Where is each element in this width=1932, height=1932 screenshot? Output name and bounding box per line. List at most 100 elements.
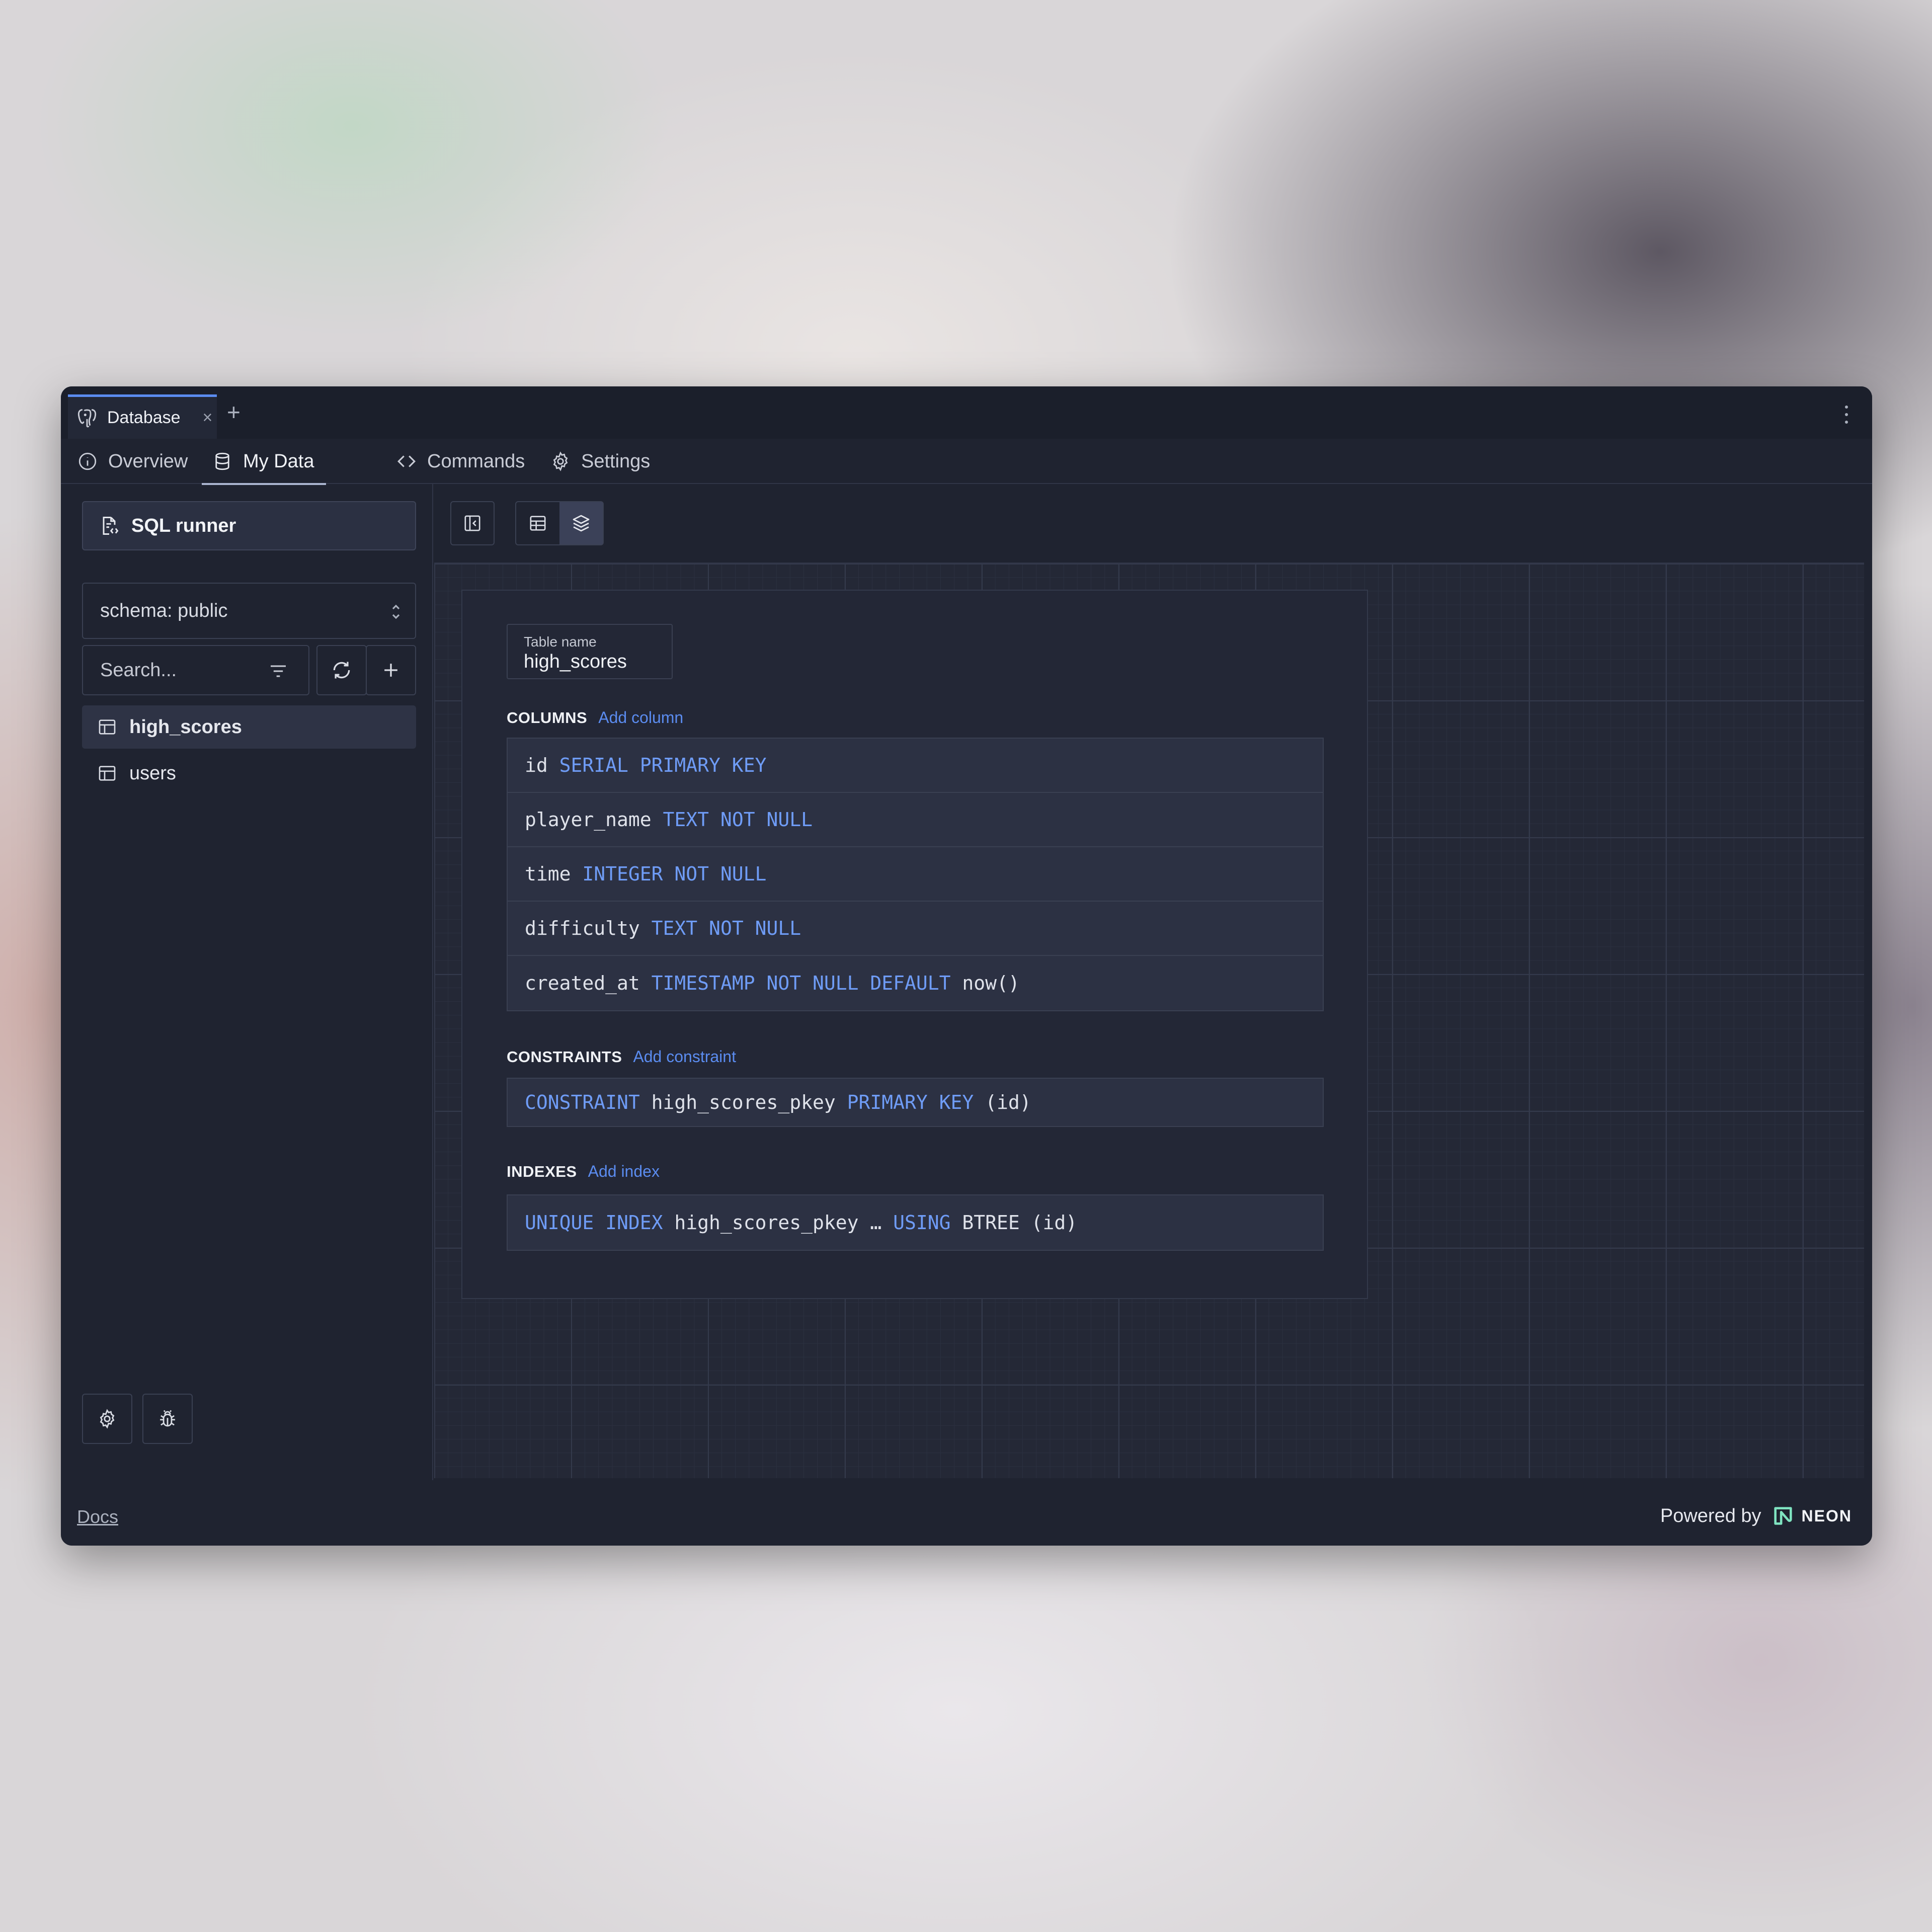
table-item-high-scores[interactable]: high_scores bbox=[82, 705, 416, 749]
neon-brand-text: NEON bbox=[1801, 1506, 1852, 1525]
sql-text: (id) bbox=[974, 1091, 1031, 1113]
footer: Docs Powered by NEON bbox=[61, 1480, 1872, 1546]
constraints-header: CONSTRAINTS Add constraint bbox=[507, 1048, 736, 1066]
sql-text: now() bbox=[950, 972, 1020, 994]
table-name-value: high_scores bbox=[524, 651, 627, 672]
refresh-button[interactable] bbox=[316, 645, 367, 695]
powered-by: Powered by NEON bbox=[1660, 1504, 1852, 1527]
column-row[interactable]: created_at TIMESTAMP NOT NULL DEFAULT no… bbox=[508, 956, 1323, 1010]
sql-text: high_scores_pkey bbox=[639, 1091, 847, 1113]
powered-by-label: Powered by bbox=[1660, 1505, 1761, 1526]
sql-keyword: TEXT NOT NULL bbox=[651, 917, 801, 939]
sql-keyword: CONSTRAINT bbox=[525, 1091, 640, 1113]
constraint-row[interactable]: CONSTRAINT high_scores_pkey PRIMARY KEY … bbox=[508, 1079, 1323, 1126]
sql-text: created_at bbox=[525, 972, 652, 994]
sql-runner-label: SQL runner bbox=[131, 515, 236, 536]
index-row[interactable]: UNIQUE INDEX high_scores_pkey … USING BT… bbox=[508, 1195, 1323, 1250]
neon-logo[interactable]: NEON bbox=[1772, 1504, 1852, 1527]
tab-title: Database bbox=[107, 408, 181, 427]
plus-icon bbox=[384, 664, 397, 677]
docs-link[interactable]: Docs bbox=[77, 1506, 118, 1527]
column-row[interactable]: id SERIAL PRIMARY KEY bbox=[508, 739, 1323, 793]
sql-keyword: USING bbox=[893, 1212, 951, 1234]
indexes-list: UNIQUE INDEX high_scores_pkey … USING BT… bbox=[507, 1194, 1324, 1251]
filter-icon[interactable] bbox=[268, 661, 288, 681]
settings-button[interactable] bbox=[82, 1394, 132, 1444]
gear-icon bbox=[553, 451, 568, 471]
chevron-up-down-icon bbox=[392, 604, 400, 619]
constraints-list: CONSTRAINT high_scores_pkey PRIMARY KEY … bbox=[507, 1078, 1324, 1127]
schema-select-value: schema: public bbox=[100, 600, 228, 621]
code-icon bbox=[397, 455, 416, 467]
table-icon bbox=[99, 766, 116, 781]
database-window: Database × + Overview My Data Commands S… bbox=[61, 386, 1872, 1546]
table-name-field[interactable]: Table name high_scores bbox=[507, 624, 673, 679]
sql-text: id bbox=[525, 754, 559, 776]
bug-icon bbox=[160, 1410, 175, 1427]
database-icon bbox=[215, 452, 229, 470]
sql-keyword: PRIMARY KEY bbox=[847, 1091, 974, 1113]
sql-runner-button[interactable]: SQL runner bbox=[82, 501, 416, 550]
add-constraint-link[interactable]: Add constraint bbox=[633, 1048, 736, 1066]
close-icon[interactable]: × bbox=[203, 408, 213, 428]
search-placeholder: Search... bbox=[100, 659, 177, 681]
nav-bar: Overview My Data Commands Settings bbox=[61, 439, 1872, 485]
gear-icon bbox=[100, 1409, 115, 1429]
columns-header: COLUMNS Add column bbox=[507, 708, 683, 727]
sql-text: high_scores_pkey … bbox=[663, 1212, 894, 1234]
tab-database[interactable]: Database × bbox=[68, 394, 217, 439]
indexes-title: INDEXES bbox=[507, 1163, 577, 1180]
columns-list: id SERIAL PRIMARY KEY player_name TEXT NO… bbox=[507, 738, 1324, 1011]
table-schema-card: Table name high_scores COLUMNS Add colum… bbox=[461, 590, 1368, 1299]
tab-settings-label: Settings bbox=[581, 450, 651, 472]
table-name-label: Table name bbox=[524, 634, 597, 650]
add-table-button[interactable] bbox=[366, 645, 416, 695]
postgres-icon bbox=[77, 409, 97, 427]
column-row[interactable]: time INTEGER NOT NULL bbox=[508, 847, 1323, 902]
constraints-title: CONSTRAINTS bbox=[507, 1048, 622, 1066]
more-vertical-icon[interactable] bbox=[1845, 406, 1850, 424]
sql-text: time bbox=[525, 863, 583, 885]
tab-my-data[interactable]: My Data bbox=[202, 439, 327, 485]
sql-keyword: TEXT NOT NULL bbox=[663, 809, 813, 831]
sql-keyword: UNIQUE INDEX bbox=[525, 1212, 663, 1234]
sql-keyword: INTEGER NOT NULL bbox=[582, 863, 767, 885]
add-index-link[interactable]: Add index bbox=[588, 1162, 660, 1181]
table-item-label: users bbox=[129, 762, 176, 784]
tab-bar: Database × + bbox=[61, 386, 1872, 439]
add-column-link[interactable]: Add column bbox=[598, 708, 683, 727]
table-item-users[interactable]: users bbox=[82, 752, 416, 795]
sql-file-icon bbox=[103, 517, 119, 535]
tab-settings[interactable]: Settings bbox=[550, 439, 650, 484]
grid-table-icon bbox=[530, 516, 546, 531]
table-item-label: high_scores bbox=[129, 716, 242, 738]
tab-commands[interactable]: Commands bbox=[396, 439, 525, 484]
sql-keyword: TIMESTAMP NOT NULL DEFAULT bbox=[651, 972, 951, 994]
sql-text: BTREE (id) bbox=[950, 1212, 1078, 1234]
tab-overview[interactable]: Overview bbox=[77, 439, 188, 484]
sidebar: SQL runner schema: public Search... high… bbox=[61, 484, 433, 1480]
add-tab-icon[interactable]: + bbox=[227, 400, 240, 424]
view-toggle-group bbox=[515, 501, 604, 545]
tab-overview-label: Overview bbox=[108, 450, 188, 472]
tab-commands-label: Commands bbox=[427, 450, 525, 472]
search-input[interactable]: Search... bbox=[82, 645, 309, 695]
table-icon bbox=[99, 719, 116, 735]
table-view-button[interactable] bbox=[516, 502, 559, 544]
sidebar-collapse-icon bbox=[464, 515, 480, 531]
info-icon bbox=[78, 452, 97, 470]
column-row[interactable]: difficulty TEXT NOT NULL bbox=[508, 902, 1323, 956]
schema-select[interactable]: schema: public bbox=[82, 583, 416, 639]
column-row[interactable]: player_name TEXT NOT NULL bbox=[508, 793, 1323, 847]
schema-view-button[interactable] bbox=[559, 502, 603, 544]
sql-text: player_name bbox=[525, 809, 663, 831]
neon-logo-icon bbox=[1774, 1507, 1792, 1525]
refresh-icon bbox=[333, 662, 350, 679]
columns-title: COLUMNS bbox=[507, 709, 588, 727]
collapse-sidebar-button[interactable] bbox=[450, 501, 495, 545]
sql-keyword: SERIAL PRIMARY KEY bbox=[559, 754, 767, 776]
debug-button[interactable] bbox=[142, 1394, 193, 1444]
indexes-header: INDEXES Add index bbox=[507, 1162, 660, 1181]
layers-icon bbox=[573, 515, 590, 532]
tab-my-data-label: My Data bbox=[243, 450, 314, 472]
